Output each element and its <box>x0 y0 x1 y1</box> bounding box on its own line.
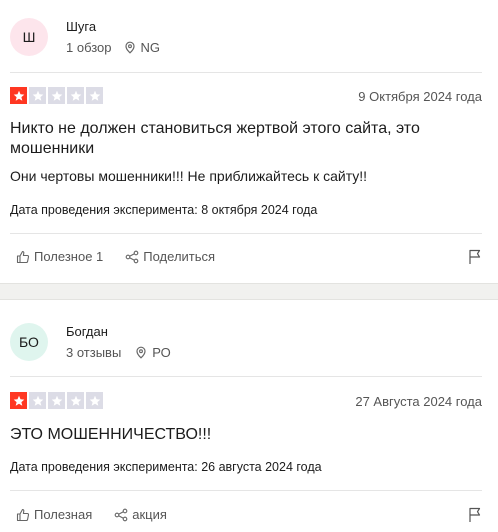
review-body: Они чертовы мошенники!!! Не приближайтес… <box>10 168 368 184</box>
thumbs-up-icon <box>16 250 30 263</box>
thumbs-up-icon <box>16 508 30 521</box>
reviewer-name[interactable]: Богдан <box>66 324 171 340</box>
divider <box>10 72 482 73</box>
experience-date: Дата проведения эксперимента: 8 октября … <box>10 203 318 217</box>
flag-button[interactable] <box>468 507 482 526</box>
useful-label: Полезное 1 <box>34 249 104 264</box>
star-icon <box>29 87 46 104</box>
star-icon <box>10 87 27 104</box>
share-button[interactable]: Поделиться <box>125 249 215 264</box>
review-title[interactable]: ЭТО МОШЕННИЧЕСТВО!!! <box>10 425 468 445</box>
country-code: РО <box>152 345 171 360</box>
useful-button[interactable]: Полезное 1 <box>16 249 103 264</box>
reviews-count: 3 отзывы <box>66 345 122 360</box>
avatar[interactable]: БО <box>10 323 48 361</box>
experience-date: Дата проведения эксперимента: 26 августа… <box>10 460 322 474</box>
share-icon <box>114 508 128 521</box>
reviewer-header: БО Богдан 3 отзывы РО <box>10 323 171 361</box>
flag-icon <box>469 249 481 264</box>
review-card: Ш Шуга 1 обзор NG 9 Октября 2024 года Ни… <box>0 0 498 283</box>
review-date: 27 Августа 2024 года <box>355 394 482 409</box>
useful-label: Полезная <box>34 507 93 522</box>
star-icon <box>86 392 103 409</box>
flag-icon <box>469 507 481 522</box>
share-button[interactable]: акция <box>114 507 167 522</box>
useful-button[interactable]: Полезная <box>16 507 92 522</box>
share-label: Поделиться <box>143 249 216 264</box>
location-pin-icon <box>136 346 146 359</box>
location-pin-icon <box>124 41 135 54</box>
reviewer-location: РО <box>135 345 171 360</box>
star-icon <box>10 392 27 409</box>
review-card: БО Богдан 3 отзывы РО 27 Августа 2024 го… <box>0 300 498 532</box>
review-actions: Полезное 1 Поделиться <box>16 249 482 264</box>
reviewer-location: NG <box>124 40 161 55</box>
country-code: NG <box>140 40 161 55</box>
review-actions: Полезная акция <box>16 507 482 522</box>
divider <box>10 376 482 377</box>
star-icon <box>86 87 103 104</box>
reviews-count: 1 обзор <box>66 40 112 55</box>
divider <box>10 233 482 234</box>
star-icon <box>48 87 65 104</box>
review-title[interactable]: Никто не должен становиться жертвой этог… <box>10 119 468 159</box>
star-rating <box>10 87 105 104</box>
star-icon <box>29 392 46 409</box>
reviewer-header: Ш Шуга 1 обзор NG <box>10 18 160 56</box>
star-icon <box>67 87 84 104</box>
avatar[interactable]: Ш <box>10 18 48 56</box>
share-label: акция <box>132 507 167 522</box>
review-date: 9 Октября 2024 года <box>358 89 482 104</box>
divider <box>10 490 482 491</box>
star-rating <box>10 392 105 409</box>
flag-button[interactable] <box>468 249 482 268</box>
reviewer-name[interactable]: Шуга <box>66 19 160 35</box>
review-separator <box>0 283 498 300</box>
star-icon <box>67 392 84 409</box>
share-icon <box>125 250 139 263</box>
star-icon <box>48 392 65 409</box>
